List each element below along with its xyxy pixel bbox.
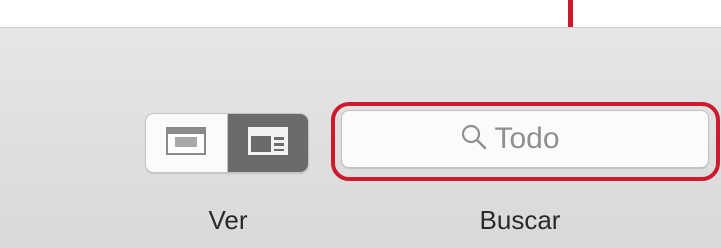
icon-view-button[interactable] [146, 114, 228, 172]
list-view-button[interactable] [227, 114, 308, 172]
search-input[interactable] [494, 122, 590, 156]
list-view-icon [247, 126, 288, 160]
icon-view-icon [166, 126, 207, 160]
search-label: Buscar [479, 205, 561, 235]
search-icon [461, 124, 487, 155]
search-field[interactable] [341, 110, 709, 168]
view-label: Ver [208, 205, 248, 235]
view-segmented-control[interactable] [145, 113, 309, 173]
